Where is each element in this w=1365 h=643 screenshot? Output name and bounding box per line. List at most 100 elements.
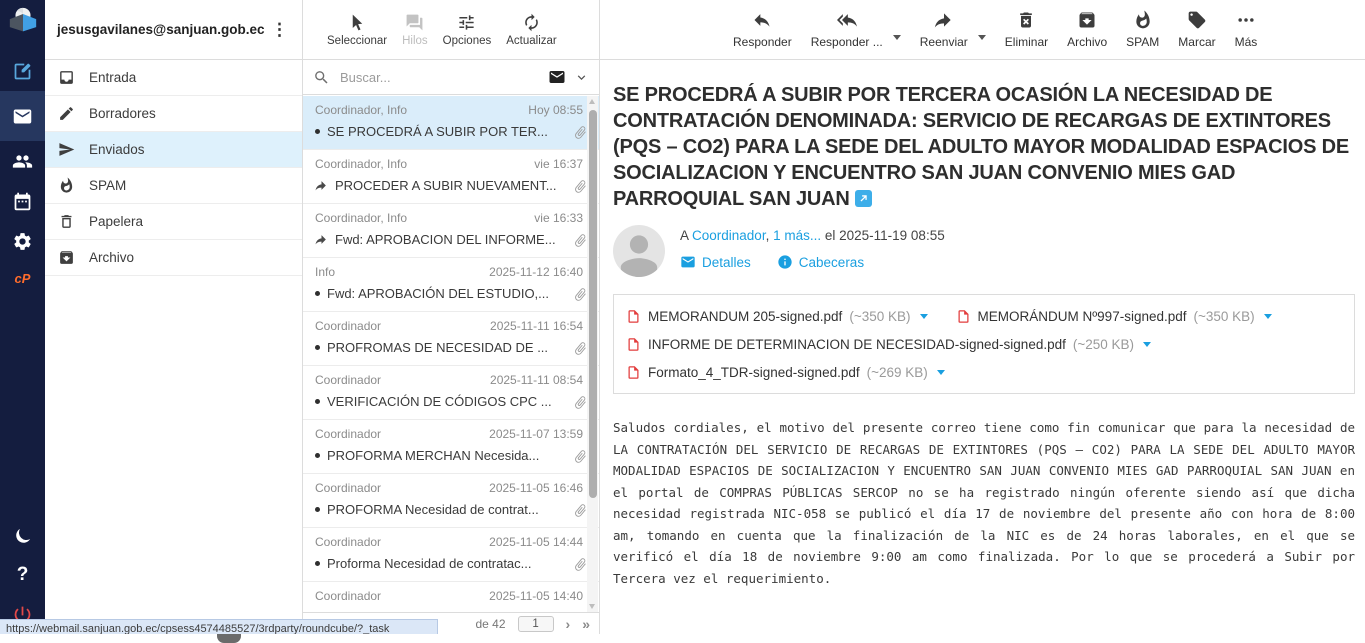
message-row[interactable]: Coordinador2025-11-05 14:40: [303, 582, 599, 612]
attachment-size: (~350 KB): [1194, 309, 1255, 324]
email-body: Saludos cordiales, el motivo del present…: [613, 417, 1355, 589]
select-button[interactable]: Seleccionar: [327, 13, 387, 47]
unread-dot-icon: [315, 561, 320, 566]
message-row[interactable]: Coordinador, Infovie 16:37 PROCEDER A SU…: [303, 150, 599, 204]
folder-item-enviados[interactable]: Enviados: [45, 132, 302, 168]
forward-button[interactable]: Reenviar: [920, 10, 968, 49]
refresh-label: Actualizar: [506, 35, 557, 47]
mail-source-icon[interactable]: [548, 68, 566, 86]
paperclip-icon: [573, 125, 588, 140]
scroll-up-arrow-icon[interactable]: [589, 99, 595, 104]
folder-item-papelera[interactable]: Papelera: [45, 204, 302, 240]
settings-gear-icon[interactable]: [0, 221, 45, 261]
attachment-dropdown-caret-icon[interactable]: [1264, 314, 1272, 319]
compose-icon[interactable]: [0, 51, 45, 91]
message-rows: Coordinador, InfoHoy 08:55 SE PROCEDRÁ A…: [303, 96, 599, 612]
headers-label: Cabeceras: [799, 255, 864, 270]
folder-item-borradores[interactable]: Borradores: [45, 96, 302, 132]
reading-pane: Responder Responder ... Reenviar Elimina…: [600, 0, 1365, 634]
message-subject: VERIFICACIÓN DE CÓDIGOS CPC ...: [327, 394, 552, 409]
message-row[interactable]: Coordinador 2025-11-11 08:54 VERIFICACIÓN…: [303, 366, 599, 420]
next-page-icon[interactable]: ›: [566, 617, 571, 631]
message-meta: A Coordinador, 1 más... el 2025-11-19 08…: [613, 225, 1355, 277]
pencil-icon: [58, 105, 75, 122]
spam-button[interactable]: SPAM: [1126, 10, 1159, 49]
message-from: Coordinador: [315, 373, 381, 387]
reply-all-dropdown-caret-icon[interactable]: [893, 35, 901, 40]
message-date: 2025-11-11 08:54: [490, 373, 583, 387]
search-input[interactable]: [338, 69, 540, 86]
paperclip-icon: [573, 449, 588, 464]
message-row[interactable]: Coordinador2025-11-11 16:54 PROFROMAS DE…: [303, 312, 599, 366]
more-button[interactable]: Más: [1235, 10, 1258, 49]
page-number-box[interactable]: 1: [518, 616, 554, 632]
list-scrollbar[interactable]: [587, 96, 598, 612]
folder-item-archivo[interactable]: Archivo: [45, 240, 302, 276]
message-row[interactable]: Coordinador2025-11-05 16:46 PROFORMA Nec…: [303, 474, 599, 528]
message-row[interactable]: Coordinador2025-11-05 14:44 Proforma Nec…: [303, 528, 599, 582]
attachment-item[interactable]: INFORME DE DETERMINACION DE NECESIDAD-si…: [626, 336, 1151, 353]
recipient-link[interactable]: Coordinador: [692, 228, 766, 243]
delete-label: Eliminar: [1005, 35, 1048, 49]
mail-icon[interactable]: [0, 91, 45, 141]
attachment-dropdown-caret-icon[interactable]: [1143, 342, 1151, 347]
headers-link[interactable]: Cabeceras: [777, 254, 864, 270]
reply-button[interactable]: Responder: [733, 10, 792, 49]
options-label: Opciones: [443, 35, 492, 47]
to-line: A Coordinador, 1 más... el 2025-11-19 08…: [680, 228, 945, 243]
attachment-item[interactable]: MEMORANDUM 205-signed.pdf (~350 KB): [626, 308, 928, 325]
folder-item-spam[interactable]: SPAM: [45, 168, 302, 204]
more-recipients-link[interactable]: 1 más...: [773, 228, 821, 243]
calendar-icon[interactable]: [0, 181, 45, 221]
reader-content: SE PROCEDRÁ A SUBIR POR TERCERA OCASIÓN …: [600, 60, 1365, 589]
attachment-dropdown-caret-icon[interactable]: [937, 370, 945, 375]
external-link-icon[interactable]: [855, 190, 872, 207]
threads-button[interactable]: Hilos: [402, 13, 428, 47]
dark-mode-moon-icon[interactable]: [0, 516, 45, 556]
cursor-icon: [348, 13, 367, 32]
message-row[interactable]: Info2025-11-12 16:40 Fwd: APROBACIÓN DEL…: [303, 258, 599, 312]
options-button[interactable]: Opciones: [443, 13, 492, 47]
archive-button[interactable]: Archivo: [1067, 10, 1107, 49]
contacts-icon[interactable]: [0, 141, 45, 181]
meta-actions: Detalles Cabeceras: [680, 254, 945, 270]
reply-all-button[interactable]: Responder ...: [811, 10, 883, 49]
attachment-item[interactable]: Formato_4_TDR-signed-signed.pdf (~269 KB…: [626, 364, 945, 381]
details-label: Detalles: [702, 255, 751, 270]
paperclip-icon: [573, 503, 588, 518]
attachment-size: (~269 KB): [867, 365, 928, 380]
account-menu-kebab-icon[interactable]: ⋮: [267, 19, 292, 40]
message-row[interactable]: Coordinador, Infovie 16:33 Fwd: APROBACI…: [303, 204, 599, 258]
unread-dot-icon: [315, 453, 320, 458]
reply-label: Responder: [733, 35, 792, 49]
chevron-down-icon[interactable]: [574, 70, 589, 85]
scrollbar-thumb[interactable]: [589, 110, 597, 498]
attachment-item[interactable]: MEMORÁNDUM Nº997-signed.pdf (~350 KB): [956, 308, 1272, 325]
fire-icon: [58, 177, 75, 194]
details-link[interactable]: Detalles: [680, 254, 751, 270]
message-date: 2025-11-05 14:40: [489, 589, 583, 603]
forwarded-icon: [315, 233, 328, 246]
folder-item-entrada[interactable]: Entrada: [45, 60, 302, 96]
last-page-icon[interactable]: »: [582, 617, 590, 631]
more-label: Más: [1235, 35, 1258, 49]
forward-dropdown-caret-icon[interactable]: [978, 35, 986, 40]
attachment-size: (~350 KB): [849, 309, 910, 324]
scroll-down-arrow-icon[interactable]: [589, 604, 595, 609]
attachment-dropdown-caret-icon[interactable]: [920, 314, 928, 319]
mark-button[interactable]: Marcar: [1178, 10, 1215, 49]
tag-icon: [1187, 10, 1207, 30]
message-row[interactable]: Coordinador2025-11-07 13:59 PROFORMA MER…: [303, 420, 599, 474]
refresh-button[interactable]: Actualizar: [506, 13, 557, 47]
archive-icon: [58, 249, 75, 266]
message-row[interactable]: Coordinador, InfoHoy 08:55 SE PROCEDRÁ A…: [303, 96, 599, 150]
attachment-name: MEMORÁNDUM Nº997-signed.pdf: [978, 309, 1187, 324]
cpanel-icon[interactable]: cP: [15, 261, 31, 295]
message-from: Coordinador, Info: [315, 157, 407, 171]
info-icon: [777, 254, 793, 270]
message-date: 2025-11-05 14:44: [489, 535, 583, 549]
date-text: el 2025-11-19 08:55: [821, 228, 945, 243]
paperclip-icon: [573, 341, 588, 356]
delete-button[interactable]: Eliminar: [1005, 10, 1048, 49]
help-icon[interactable]: ?: [17, 556, 29, 594]
